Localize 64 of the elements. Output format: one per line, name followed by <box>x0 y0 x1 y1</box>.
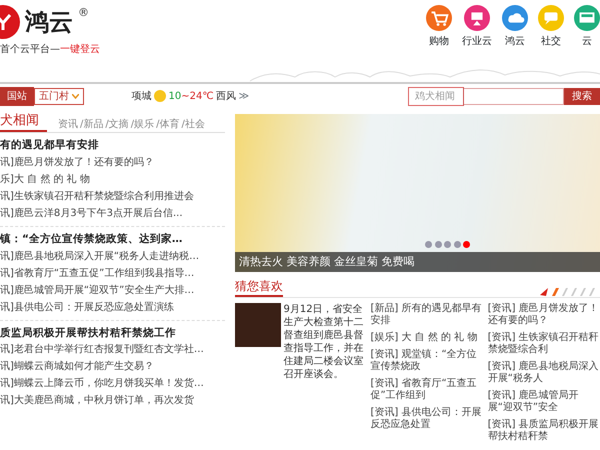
news-link[interactable]: 讯]省教育厅“五查五促”工作组到我县指导… <box>0 264 225 282</box>
news-link[interactable]: [资讯] 县供电公司：开展反恐应急处置 <box>370 407 483 431</box>
caret-icon <box>72 94 78 98</box>
carousel-dot[interactable] <box>434 241 442 248</box>
carousel-dot[interactable] <box>425 241 432 248</box>
section-title: 犬相闻 <box>0 110 47 132</box>
news-summary: 9月12日，省安全生产大检查第十二督查组到鹿邑县督查指导工作，并在住建局二楼会议室召开座谈会。 <box>284 303 364 382</box>
headline-link[interactable]: 镇：“全方位宣传禁烧政策、达到家… <box>0 232 225 248</box>
wind-label: 西风 <box>216 90 236 104</box>
news-link[interactable]: [资讯] 省教育厅“五查五促”工作组到 <box>370 378 483 402</box>
app-link[interactable]: 行业云 <box>462 34 492 48</box>
registered-mark: ® <box>78 5 89 21</box>
app-link[interactable]: 社交 <box>541 34 561 48</box>
carousel-dot[interactable] <box>454 241 460 248</box>
category-tab[interactable]: /社会 <box>180 117 206 132</box>
cloud-icon[interactable] <box>502 5 528 31</box>
category-tab[interactable]: /文摘 <box>104 117 130 132</box>
news-link[interactable]: 乐]大 自 然 的 礼 物 <box>0 170 225 188</box>
sun-icon <box>154 90 166 102</box>
news-link[interactable]: [资讯] 观堂镇：“全方位宣传禁烧政 <box>370 349 483 373</box>
carousel-dot[interactable] <box>444 241 451 248</box>
news-link[interactable]: 讯]大美鹿邑商城，中秋月饼订单，再次发货 <box>0 392 225 410</box>
news-link[interactable]: [新品] 所有的遇见都早有安排 <box>370 303 483 327</box>
category-tab[interactable]: /新品 <box>79 117 104 132</box>
news-link[interactable]: [资讯] 生铁家镇召开秸秆禁烧暨综合利 <box>488 332 600 356</box>
headline-link[interactable]: 有的遇见都早有安排 <box>0 138 225 154</box>
building-icon[interactable] <box>464 5 490 31</box>
news-link[interactable]: 讯]鹿邑县地税局深入开展“税务人走进纳税… <box>0 248 225 264</box>
news-link[interactable]: [资讯] 鹿邑城管局开展“迎双节”安全 <box>488 390 600 414</box>
temperature-text: 10~24℃ <box>168 90 214 104</box>
search-field[interactable] <box>464 88 564 104</box>
chat-icon[interactable] <box>538 5 564 31</box>
news-link[interactable]: 讯]生铁家镇召开秸秆禁烧暨综合利用推进会 <box>0 188 225 205</box>
tagline: 首个云平台—一键登云 <box>0 42 100 56</box>
news-link[interactable]: 讯]蝴蝶云商城如何才能产生交易？ <box>0 358 225 376</box>
news-link[interactable]: [资讯] 鹿邑月饼发放了！还有要的吗？ <box>488 303 600 327</box>
logo-text: 鸿云 <box>25 10 73 34</box>
village-dropdown[interactable]: 五门村 <box>34 88 84 104</box>
category-tab[interactable]: 资讯 <box>57 117 79 132</box>
category-tab[interactable]: /体育 <box>155 117 180 132</box>
news-link[interactable]: 讯]鹿邑月饼发放了！还有要的吗？ <box>0 154 225 171</box>
news-link[interactable]: [资讯] 县质监局积极开展帮扶村秸秆禁 <box>488 419 600 443</box>
app-link[interactable]: 云 <box>582 34 592 48</box>
city-label: 项城 <box>132 90 152 104</box>
screen-icon[interactable] <box>574 5 600 31</box>
news-link[interactable]: [娱乐] 大 自 然 的 礼 物 <box>370 332 483 344</box>
more-link[interactable]: ≫ <box>238 88 250 104</box>
search-button[interactable]: 搜索 <box>564 88 600 104</box>
category-tab[interactable]: /娱乐 <box>130 117 156 132</box>
news-link[interactable]: [资讯] 鹿邑县地税局深入开展“税务人 <box>488 361 600 385</box>
news-link[interactable]: 讯]县供电公司：开展反恐应急处置演练 <box>0 298 225 316</box>
news-link[interactable]: 讯]鹿邑云洋8月3号下午3点开展后台信... <box>0 204 225 222</box>
station-button[interactable]: 国站 <box>0 86 34 106</box>
headline-link[interactable]: 质监局积极开展帮扶村秸秆禁烧工作 <box>0 326 225 342</box>
app-link[interactable]: 鸿云 <box>505 34 525 48</box>
section-title: 猜您喜欢 <box>235 277 283 297</box>
news-link[interactable]: 讯]鹿邑城管局开展“迎双节”安全生产大排… <box>0 282 225 298</box>
banner-caption: 清热去火 美容养颜 金丝皇菊 免费喝 <box>235 252 600 272</box>
cart-icon[interactable] <box>426 5 452 31</box>
photo-placeholder <box>235 303 281 347</box>
news-link[interactable]: 讯]蝴蝶云上降云币，你吃月饼我买单！发货… <box>0 375 225 392</box>
app-link[interactable]: 购物 <box>429 34 449 48</box>
news-link[interactable]: 讯]老君台中学举行红杏报复刊暨红杏文学社… <box>0 341 225 358</box>
carousel-dot[interactable] <box>463 241 470 248</box>
